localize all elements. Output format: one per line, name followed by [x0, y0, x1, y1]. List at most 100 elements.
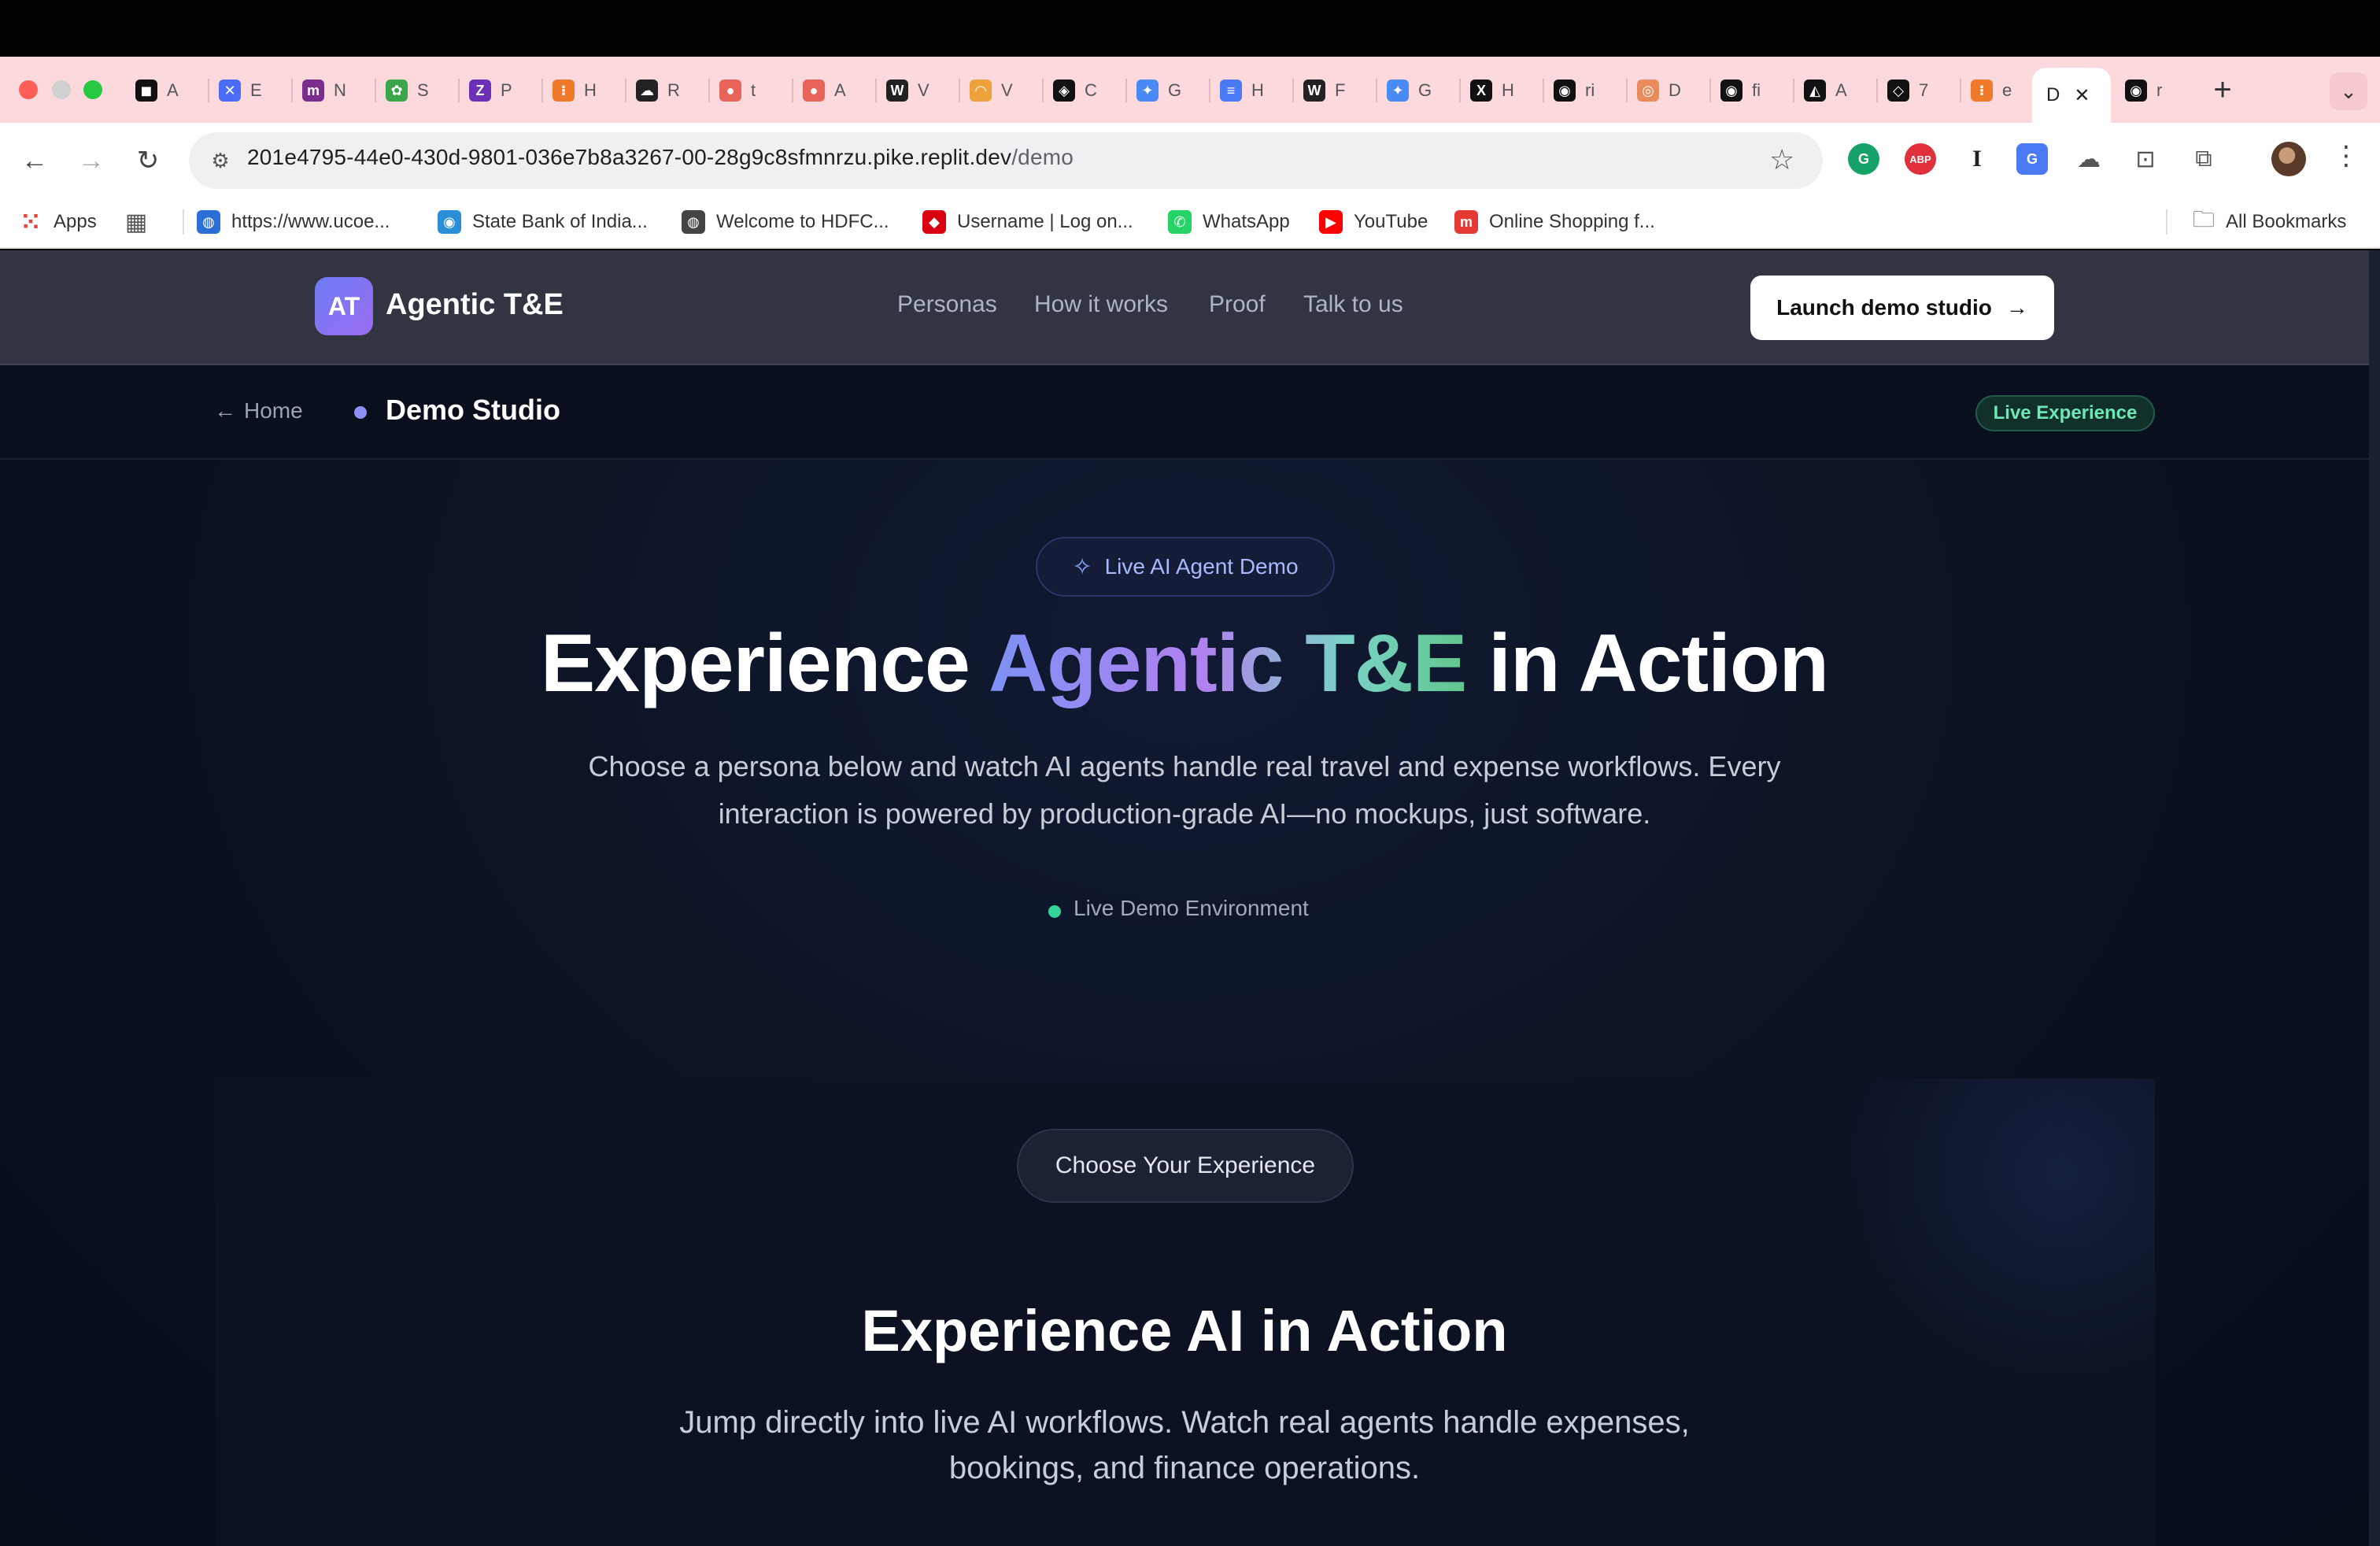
- nav-how-it-works[interactable]: How it works: [1034, 291, 1168, 318]
- arrow-left-icon: ←: [214, 398, 236, 423]
- tab-active[interactable]: D ✕: [2032, 68, 2111, 123]
- tab-label: r: [2156, 80, 2163, 100]
- minimize-window-button[interactable]: [52, 80, 71, 99]
- globe-icon: ◍: [682, 210, 705, 234]
- brand-logo[interactable]: AT: [315, 277, 373, 335]
- tab-item[interactable]: XH: [1470, 72, 1514, 109]
- page-title: Demo Studio: [386, 394, 560, 426]
- tab-separator: [792, 79, 793, 102]
- section-subtitle: Jump directly into live AI workflows. Wa…: [679, 1405, 1690, 1485]
- zoom-window-button[interactable]: [83, 80, 102, 99]
- reload-icon[interactable]: ↻: [128, 140, 168, 181]
- all-bookmarks-button[interactable]: 🗀 All Bookmarks: [2193, 207, 2347, 236]
- menu-kebab-icon[interactable]: ⋮: [2333, 140, 2360, 172]
- tab-label: t: [751, 80, 756, 100]
- live-demo-pill: ✧ Live AI Agent Demo: [1036, 537, 1335, 597]
- tab-item[interactable]: ✦ G: [1136, 72, 1181, 109]
- launch-demo-button[interactable]: Launch demo studio →: [1750, 276, 2054, 340]
- status-badge: Live Experience: [1975, 395, 2155, 431]
- tab-item[interactable]: ✕ E: [219, 72, 262, 109]
- back-arrow-icon[interactable]: ←: [14, 140, 55, 181]
- profile-avatar[interactable]: [2271, 142, 2306, 176]
- tab-item[interactable]: ◉ r: [2125, 72, 2162, 109]
- close-window-button[interactable]: [19, 80, 38, 99]
- forward-arrow-icon[interactable]: →: [71, 140, 112, 181]
- bookmark-item[interactable]: ◆ Username | Log on...: [922, 208, 1133, 236]
- tab-favicon-icon: ☁: [636, 80, 658, 102]
- tab-separator: [1376, 79, 1377, 102]
- tab-item[interactable]: ⁝ H: [552, 72, 597, 109]
- tab-separator: [458, 79, 460, 102]
- new-tab-button[interactable]: +: [2204, 71, 2241, 109]
- bookmark-star-icon[interactable]: ☆: [1769, 143, 1794, 176]
- tab-label: ri: [1585, 80, 1595, 100]
- tab-item[interactable]: ◼ A: [135, 72, 179, 109]
- tab-item[interactable]: ◇ 7: [1887, 72, 1928, 109]
- tab-item[interactable]: ✦ G: [1387, 72, 1432, 109]
- bookmark-item[interactable]: ✆ WhatsApp: [1168, 208, 1290, 236]
- choose-experience-button[interactable]: Choose Your Experience: [1017, 1129, 1354, 1203]
- tab-favicon-icon: ⁝: [552, 80, 575, 102]
- all-bookmarks-label: All Bookmarks: [2226, 211, 2347, 232]
- hero-title: Experience Agentic T&E in Action: [0, 617, 2369, 711]
- sparkle-icon: ✧: [1072, 553, 1092, 580]
- tab-item[interactable]: ◭ A: [1804, 72, 1847, 109]
- whatsapp-icon: ✆: [1168, 210, 1192, 234]
- tab-label: D: [1669, 80, 1681, 100]
- home-link[interactable]: ← Home: [214, 398, 303, 423]
- translate-icon[interactable]: G: [2016, 143, 2048, 175]
- site-settings-icon[interactable]: ⚙: [206, 146, 235, 175]
- tab-separator: [1876, 79, 1878, 102]
- bookmark-item[interactable]: m Online Shopping f...: [1454, 208, 1655, 236]
- bookmark-item[interactable]: ◍ Welcome to HDFC...: [682, 208, 889, 236]
- tab-item[interactable]: ⁝ e: [1971, 72, 2012, 109]
- tab-favicon-icon: ◼: [135, 80, 157, 102]
- bookmark-item[interactable]: ▦: [124, 208, 148, 236]
- tab-item[interactable]: ● A: [803, 72, 846, 109]
- nav-personas[interactable]: Personas: [897, 291, 997, 318]
- tab-favicon-icon: ◎: [1637, 80, 1659, 102]
- tab-item[interactable]: WF: [1303, 72, 1345, 109]
- tab-item[interactable]: ≡ H: [1220, 72, 1264, 109]
- tab-favicon-icon: ●: [719, 80, 741, 102]
- bookmark-item[interactable]: ◍ https://www.ucoe...: [197, 208, 390, 236]
- bookmark-item[interactable]: ◉ State Bank of India...: [438, 208, 648, 236]
- bookmark-item[interactable]: ⁙ Apps: [19, 208, 96, 236]
- tab-search-button[interactable]: ⌄: [2330, 72, 2367, 110]
- tab-item[interactable]: ✿ S: [386, 72, 429, 109]
- tab-item[interactable]: ◎ D: [1637, 72, 1681, 109]
- nav-proof[interactable]: Proof: [1209, 291, 1266, 318]
- tab-item[interactable]: ◈ C: [1053, 72, 1097, 109]
- adblock-icon[interactable]: ABP: [1905, 143, 1936, 175]
- tab-separator: [1793, 79, 1794, 102]
- tab-item[interactable]: ◉ fi: [1720, 72, 1761, 109]
- tab-item[interactable]: ☁ R: [636, 72, 680, 109]
- hsbc-icon: ◆: [922, 210, 946, 234]
- tab-item[interactable]: ◉ ri: [1554, 72, 1595, 109]
- tab-favicon-icon: ●: [803, 80, 825, 102]
- tab-label: G: [1418, 80, 1432, 100]
- tab-separator: [875, 79, 877, 102]
- extensions-puzzle-icon[interactable]: ⧉: [2186, 142, 2221, 176]
- url-text[interactable]: 201e4795-44e0-430d-9801-036e7b8a3267-00-…: [247, 145, 1074, 170]
- tab-item[interactable]: mN: [302, 72, 346, 109]
- tab-close-icon[interactable]: ✕: [2074, 84, 2090, 107]
- tab-item[interactable]: ● t: [719, 72, 756, 109]
- tab-separator: [1626, 79, 1628, 102]
- tab-favicon-icon: ◇: [1887, 80, 1909, 102]
- bookmark-item[interactable]: ▶ YouTube: [1319, 208, 1428, 236]
- cloud-icon[interactable]: ☁: [2071, 142, 2106, 176]
- tab-label: H: [1251, 80, 1264, 100]
- tab-item[interactable]: ◠ V: [970, 72, 1013, 109]
- tab-favicon-icon: ≡: [1220, 80, 1242, 102]
- grammarly-icon[interactable]: G: [1848, 143, 1879, 175]
- instapaper-icon[interactable]: I: [1960, 142, 1994, 176]
- robot-icon[interactable]: ⊡: [2128, 142, 2163, 176]
- scrollbar[interactable]: [2369, 250, 2380, 1546]
- nav-talk-to-us[interactable]: Talk to us: [1303, 291, 1403, 318]
- tab-item[interactable]: WV: [886, 72, 929, 109]
- tab-item[interactable]: ZP: [469, 72, 512, 109]
- brand-name[interactable]: Agentic T&E: [386, 288, 564, 322]
- tab-separator: [1543, 79, 1544, 102]
- tab-label: V: [1001, 80, 1013, 100]
